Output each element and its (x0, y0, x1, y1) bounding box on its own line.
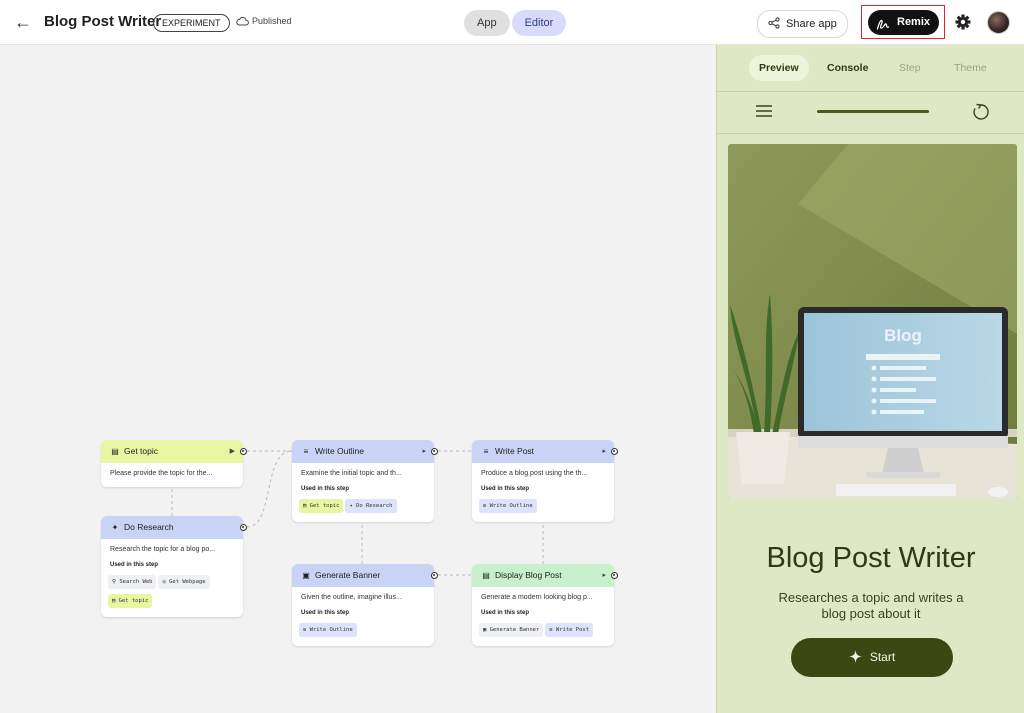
node-header: ≡ Write Post ▸ (472, 440, 614, 463)
node-header: ▤ Display Blog Post ▸ (472, 564, 614, 587)
node-header: ≡ Write Outline ▸ (292, 440, 434, 463)
node-do-research[interactable]: ✦ Do Research Research the topic for a bl… (101, 516, 243, 617)
node-description: Produce a blog post using the th... (481, 470, 588, 477)
user-avatar[interactable] (987, 11, 1010, 34)
output-port[interactable] (431, 572, 438, 579)
node-title: Generate Banner (315, 570, 381, 580)
node-header: ▤ Get topic ▶ (101, 440, 243, 463)
chip-write-outline: ≡ Write Outline (479, 499, 537, 513)
chip-write-post: ≡ Write Post (545, 623, 594, 637)
experiment-badge: EXPERIMENT (153, 14, 230, 32)
chip-get-topic: ▤ Get topic (299, 499, 344, 513)
node-header: ▣ Generate Banner (292, 564, 434, 587)
node-title: Do Research (124, 522, 174, 532)
node-title: Display Blog Post (495, 570, 562, 580)
start-button[interactable]: Start (791, 638, 953, 677)
remix-button[interactable]: Remix (868, 10, 939, 35)
page-title: Blog Post Writer (44, 13, 162, 30)
tab-preview[interactable]: Preview (749, 55, 809, 81)
hero-blog-text: Blog (884, 326, 922, 345)
hero-image: Blog (728, 144, 1017, 499)
used-in-step-label: Used in this step (301, 610, 350, 616)
back-arrow-icon[interactable]: ← (12, 11, 34, 33)
run-icon[interactable]: ▸ (422, 440, 426, 463)
used-in-step-label: Used in this step (110, 562, 159, 568)
used-in-step-label: Used in this step (481, 486, 530, 492)
app-mode-button[interactable]: App (464, 10, 510, 36)
start-label: Start (869, 650, 896, 664)
run-icon[interactable]: ▸ (602, 440, 606, 463)
used-in-step-label: Used in this step (301, 486, 350, 492)
node-header: ✦ Do Research (101, 516, 243, 539)
chip-generate-banner: ▣ Generate Banner (479, 623, 544, 637)
node-description: Examine the initial topic and th... (301, 470, 402, 477)
node-get-topic[interactable]: ▤ Get topic ▶ Please provide the topic fo… (101, 440, 243, 487)
used-in-step-label: Used in this step (481, 610, 530, 616)
output-port[interactable] (611, 448, 618, 455)
sparkle-icon: ✦ (111, 523, 119, 532)
share-app-label: Share app (786, 18, 837, 30)
mode-toggle: App Editor (464, 10, 567, 36)
cloud-icon (236, 16, 249, 28)
sparkle-icon (848, 640, 862, 679)
tab-theme[interactable]: Theme (944, 55, 997, 81)
editor-canvas[interactable]: ▤ Get topic ▶ Please provide the topic fo… (0, 45, 716, 713)
text-lines-icon: ≡ (303, 447, 309, 456)
node-display-blog-post[interactable]: ▤ Display Blog Post ▸ Generate a modern l… (472, 564, 614, 646)
reload-icon[interactable] (971, 102, 991, 122)
node-write-post[interactable]: ≡ Write Post ▸ Produce a blog post using … (472, 440, 614, 522)
remix-label: Remix (897, 16, 931, 28)
tool-chips: ⚲ Search Web ◎ Get Webpage ▤ Get topic (101, 568, 243, 617)
run-icon[interactable]: ▸ (602, 564, 606, 587)
hamburger-icon[interactable] (755, 103, 773, 119)
share-icon (768, 13, 780, 39)
remix-icon (876, 16, 890, 41)
tool-chips: ≡ Write Outline (472, 492, 614, 522)
editor-mode-button[interactable]: Editor (511, 10, 567, 36)
publish-status: Published (236, 16, 292, 28)
chip-do-research: ✦ Do Research (345, 499, 397, 513)
tool-chips: ▤ Get topic ✦ Do Research (292, 492, 434, 522)
node-write-outline[interactable]: ≡ Write Outline ▸ Examine the initial top… (292, 440, 434, 522)
chip-get-webpage: ◎ Get Webpage (158, 575, 210, 589)
tab-step[interactable]: Step (889, 55, 931, 81)
divider (717, 133, 1024, 134)
output-port[interactable] (431, 448, 438, 455)
node-description: Given the outline, imagine illus... (301, 594, 402, 601)
chip-write-outline: ≡ Write Outline (299, 623, 357, 637)
output-port[interactable] (240, 448, 247, 455)
preview-panel: Preview Console Step Theme Blog Blog Pos… (716, 45, 1024, 713)
image-icon: ▣ (302, 571, 310, 580)
progress-bar (817, 110, 929, 113)
divider (717, 91, 1024, 92)
top-bar: ← Blog Post Writer EXPERIMENT Published … (0, 0, 1024, 45)
display-icon: ▤ (482, 571, 490, 580)
publish-status-label: Published (252, 16, 292, 26)
chip-get-topic: ▤ Get topic (108, 594, 153, 608)
node-description: Please provide the topic for the... (110, 470, 213, 477)
chip-search-web: ⚲ Search Web (108, 575, 157, 589)
output-port[interactable] (611, 572, 618, 579)
app-preview-subtitle: Researches a topic and writes a blog pos… (778, 590, 964, 621)
node-title: Get topic (124, 446, 159, 456)
tab-console[interactable]: Console (817, 55, 878, 81)
output-port[interactable] (240, 524, 247, 531)
run-icon[interactable]: ▶ (230, 440, 235, 463)
node-generate-banner[interactable]: ▣ Generate Banner Given the outline, imag… (292, 564, 434, 646)
node-description: Generate a modern looking blog p... (481, 594, 593, 601)
text-lines-icon: ≡ (483, 447, 489, 456)
node-description: Research the topic for a blog po... (110, 546, 216, 553)
node-title: Write Post (495, 446, 535, 456)
input-icon: ▤ (111, 447, 119, 456)
app-preview-title: Blog Post Writer (766, 542, 976, 574)
tool-chips: ▣ Generate Banner ≡ Write Post (472, 616, 614, 646)
node-title: Write Outline (315, 446, 364, 456)
tool-chips: ≡ Write Outline (292, 616, 434, 646)
gear-icon[interactable] (954, 13, 972, 31)
share-app-button[interactable]: Share app (757, 10, 848, 38)
